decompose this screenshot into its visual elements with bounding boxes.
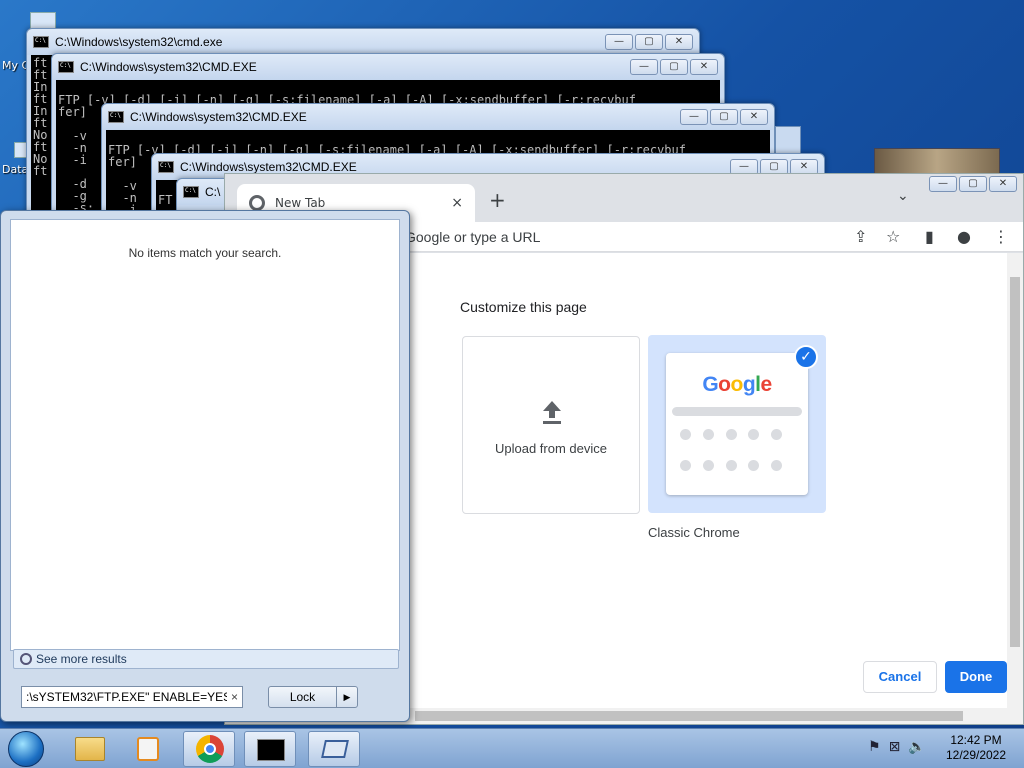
action-center-flag-icon[interactable]: ⚑ [868,739,881,755]
maximize-button[interactable]: ▢ [635,34,663,50]
cmd-icon [33,36,49,48]
scrollbar-thumb[interactable] [1010,277,1020,647]
cmd-icon [183,186,199,198]
taskbar-media-player[interactable] [122,731,174,767]
start-button[interactable] [8,731,44,767]
chrome-favicon-icon [249,195,265,211]
cmd-window-4-title: C:\Windows\system32\CMD.EXE [180,160,357,174]
shortcut-dot [771,460,783,471]
no-results-message: No items match your search. [128,246,282,260]
volume-icon[interactable]: 🔈 [908,739,925,755]
minimize-button[interactable]: — [929,176,957,192]
google-logo-letter: o [730,373,743,396]
vertical-scrollbar[interactable] [1007,253,1023,708]
tab-title: New Tab [275,196,326,210]
google-logo: Google [666,373,808,397]
chrome-window-controls: — ▢ ✕ [927,176,1017,192]
desktop-icon-label-data[interactable]: Data [2,163,28,176]
cmd-window-3-titlebar[interactable]: C:\Windows\system32\CMD.EXE — ▢ ✕ [102,104,774,130]
bookmark-star-icon[interactable]: ☆ [886,227,900,246]
google-logo-letter: g [742,373,756,396]
shortcut-dot [680,429,691,440]
google-logo-letter: G [702,373,719,396]
clock-date: 12/29/2022 [945,748,1007,762]
system-tray: ⚑ ⊠ 🔈 [868,739,926,755]
shortcut-dots [680,429,794,471]
lock-label[interactable]: Lock [269,687,337,707]
maximize-button[interactable]: ▢ [959,176,987,192]
taskbar-cmd[interactable] [244,731,296,767]
scrollbar-thumb[interactable] [415,711,963,721]
side-panel-icon[interactable]: ▮ [925,227,934,246]
maximize-button[interactable]: ▢ [710,109,738,125]
shortcut-dot [748,460,760,471]
maximize-button[interactable]: ▢ [660,59,688,75]
shortcut-dot [702,429,714,440]
close-button[interactable]: ✕ [665,34,693,50]
lock-button[interactable]: Lock ▶ [268,686,358,708]
see-more-results-label: See more results [36,652,127,666]
taskbar: ⚑ ⊠ 🔈 12:42 PM 12/29/2022 [0,728,1024,768]
shutdown-options-arrow-icon[interactable]: ▶ [337,687,357,707]
cmd-icon [158,161,174,173]
shortcut-dot [725,429,737,440]
cmd-window-2-titlebar[interactable]: C:\Windows\system32\CMD.EXE — ▢ ✕ [52,54,724,80]
taskbar-chrome[interactable] [183,731,235,767]
upload-from-device-card[interactable]: Upload from device [462,336,640,514]
shortcut-dot [748,429,760,440]
classic-chrome-card[interactable]: Google ✓ [648,335,826,513]
close-button[interactable]: ✕ [740,109,768,125]
start-menu: No items match your search. See more res… [0,210,410,722]
omnibox[interactable]: Google or type a URL [405,224,873,250]
clear-search-icon[interactable]: × [231,690,238,704]
start-search-input[interactable]: :\sYSTEM32\FTP.EXE" ENABLE=YES\ × [21,686,243,708]
new-tab-button[interactable]: + [489,188,506,212]
cmd-window-1-titlebar[interactable]: C:\Windows\system32\cmd.exe — ▢ ✕ [27,29,699,55]
minimize-button[interactable]: — [680,109,708,125]
search-icon [20,653,32,665]
google-logo-letter: o [718,373,731,396]
see-more-results-link[interactable]: See more results [13,649,399,669]
shortcut-dot [680,460,691,471]
more-menu-icon[interactable]: ⋮ [993,227,1009,246]
done-button[interactable]: Done [945,661,1007,693]
folder-icon [75,737,105,761]
cancel-button[interactable]: Cancel [863,661,937,693]
shortcut-dot [702,460,714,471]
cmd-icon [257,739,285,761]
minimize-button[interactable]: — [630,59,658,75]
close-button[interactable]: ✕ [690,59,718,75]
shortcut-dot [771,429,783,440]
network-disconnected-icon[interactable]: ⊠ [889,739,901,755]
cmd-window-2-title: C:\Windows\system32\CMD.EXE [80,60,257,74]
clock[interactable]: 12:42 PM 12/29/2022 [936,733,1016,763]
classic-chrome-label: Classic Chrome [648,525,740,540]
upload-icon [543,401,561,424]
tab-search-chevron-icon[interactable]: ⌄ [897,188,909,204]
tab-close-icon[interactable]: × [451,195,463,211]
cmd-window-3-title: C:\Windows\system32\CMD.EXE [130,110,307,124]
clock-time: 12:42 PM [950,733,1002,747]
window-app-icon [321,740,349,758]
search-input-value: :\sYSTEM32\FTP.EXE" ENABLE=YES\ [26,690,227,704]
classic-preview: Google [666,353,808,495]
chrome-icon [196,735,224,763]
media-player-icon [137,737,159,761]
taskbar-explorer[interactable] [64,731,116,767]
minimize-button[interactable]: — [605,34,633,50]
cmd-icon [108,111,124,123]
selected-check-icon: ✓ [794,345,818,369]
cmd-window-1-title: C:\Windows\system32\cmd.exe [55,35,223,49]
upload-label: Upload from device [495,441,607,456]
close-button[interactable]: ✕ [989,176,1017,192]
shortcut-dot [725,460,737,471]
customize-title: Customize this page [460,299,587,315]
profile-avatar-icon[interactable]: ● [957,227,971,246]
share-icon[interactable]: ⇪ [854,227,867,246]
search-results-pane: No items match your search. [10,219,400,651]
search-bar-placeholder [672,407,802,416]
cmd-icon [58,61,74,73]
taskbar-app[interactable] [308,731,360,767]
google-logo-letter: e [760,373,772,396]
